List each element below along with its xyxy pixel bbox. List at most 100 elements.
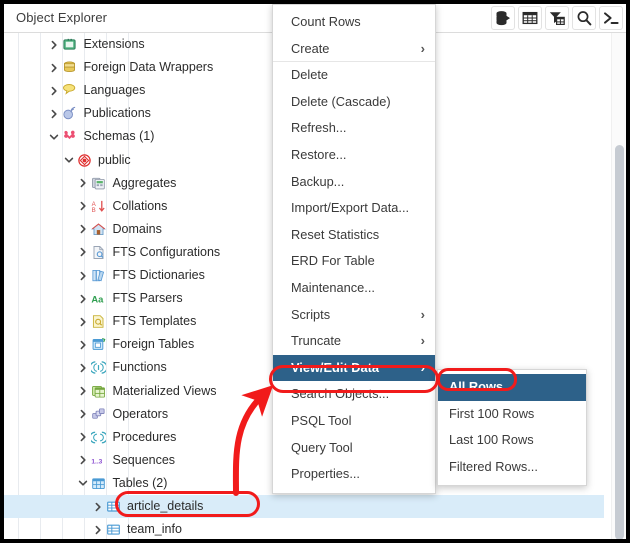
context-menu-item-label: Import/Export Data... xyxy=(291,200,409,215)
tree-node-label: Functions xyxy=(113,356,167,379)
tree-node-label: Operators xyxy=(113,403,169,426)
context-menu-item-view-edit-data[interactable]: View/Edit Data › xyxy=(273,355,435,382)
context-menu-item-label: ERD For Table xyxy=(291,253,375,268)
context-menu-item-restore[interactable]: Restore... xyxy=(273,142,435,169)
tree-node-team-info[interactable]: team_info xyxy=(4,518,604,539)
screenshot-root: Object Explorer xyxy=(0,0,630,543)
chevron-right-icon: › xyxy=(421,328,425,355)
chevron-down-icon[interactable] xyxy=(62,149,75,172)
context-menu-item-reset-statistics[interactable]: Reset Statistics xyxy=(273,222,435,249)
tree-node-label: article_details xyxy=(127,495,203,518)
chevron-right-icon[interactable] xyxy=(77,172,90,195)
context-menu-item-search-objects[interactable]: Search Objects... xyxy=(273,381,435,408)
publications-icon xyxy=(61,105,79,123)
context-menu-item-label: Search Objects... xyxy=(291,386,389,401)
tree-node-label: Collations xyxy=(113,195,168,218)
chevron-right-icon[interactable] xyxy=(48,56,61,79)
tree-node-label: Procedures xyxy=(113,426,177,449)
chevron-right-icon[interactable] xyxy=(77,241,90,264)
vertical-scrollbar-thumb[interactable] xyxy=(615,145,624,539)
chevron-right-icon[interactable] xyxy=(77,333,90,356)
tree-node-label: public xyxy=(98,149,131,172)
filter-table-icon[interactable] xyxy=(545,6,569,30)
context-menu-item-label: Delete (Cascade) xyxy=(291,94,391,109)
svg-text:Aa: Aa xyxy=(91,294,104,304)
languages-icon xyxy=(61,82,79,100)
object-explorer-panel: Object Explorer xyxy=(4,4,626,539)
chevron-right-icon[interactable] xyxy=(48,79,61,102)
chevron-right-icon[interactable] xyxy=(77,218,90,241)
context-menu-item-truncate[interactable]: Truncate› xyxy=(273,328,435,355)
chevron-right-icon[interactable] xyxy=(77,264,90,287)
tree-node-article-details[interactable]: article_details xyxy=(4,495,604,518)
context-menu-item-label: PSQL Tool xyxy=(291,413,351,428)
tree-node-label: Domains xyxy=(113,218,162,241)
tree-node-label: Languages xyxy=(84,79,146,102)
submenu-item-last-100-rows[interactable]: Last 100 Rows xyxy=(438,427,586,454)
tree-node-label: Foreign Tables xyxy=(113,333,195,356)
context-menu-item-scripts[interactable]: Scripts › xyxy=(273,302,435,329)
vertical-scrollbar[interactable] xyxy=(611,33,626,539)
submenu-item-filtered-rows[interactable]: Filtered Rows... xyxy=(438,454,586,481)
chevron-right-icon[interactable] xyxy=(77,380,90,403)
submenu-item-all-rows[interactable]: All Rows xyxy=(438,374,586,401)
chevron-right-icon[interactable] xyxy=(48,33,61,56)
chevron-right-icon[interactable] xyxy=(77,287,90,310)
tree-node-label: FTS Templates xyxy=(113,310,197,333)
chevron-right-icon[interactable] xyxy=(48,102,61,125)
tree-node-label: FTS Parsers xyxy=(113,287,183,310)
chevron-right-icon[interactable] xyxy=(77,310,90,333)
context-menu-item-label: Maintenance... xyxy=(291,280,375,295)
context-menu-item-label: View/Edit Data xyxy=(291,360,379,375)
fts-configurations-icon xyxy=(90,243,108,261)
svg-text:1..3: 1..3 xyxy=(91,458,102,465)
context-menu-item-delete-cascade[interactable]: Delete (Cascade) xyxy=(273,89,435,116)
context-menu-item-query-tool[interactable]: Query Tool xyxy=(273,435,435,462)
collations-icon: AB xyxy=(90,197,108,215)
schemas-icon xyxy=(61,128,79,146)
fts-templates-icon xyxy=(90,313,108,331)
context-menu-item-label: Scripts xyxy=(291,307,330,322)
context-menu-item-erd-for-table[interactable]: ERD For Table xyxy=(273,248,435,275)
context-menu-item-create[interactable]: Create› xyxy=(273,36,435,63)
functions-icon xyxy=(90,359,108,377)
chevron-right-icon[interactable] xyxy=(91,495,104,518)
context-menu-item-properties[interactable]: Properties... xyxy=(273,461,435,488)
context-menu-item-refresh[interactable]: Refresh... xyxy=(273,115,435,142)
chevron-right-icon: › xyxy=(421,355,425,382)
table-grid-icon[interactable] xyxy=(518,6,542,30)
context-menu-item-delete[interactable]: Delete xyxy=(273,62,435,89)
tree-node-label: Publications xyxy=(84,102,151,125)
chevron-right-icon[interactable] xyxy=(77,403,90,426)
chevron-right-icon[interactable] xyxy=(77,356,90,379)
context-menu-item-import-export-data[interactable]: Import/Export Data... xyxy=(273,195,435,222)
context-menu-item-backup[interactable]: Backup... xyxy=(273,169,435,196)
svg-text:B: B xyxy=(92,206,96,213)
header-toolbar xyxy=(491,6,623,30)
context-menu-item-label: Query Tool xyxy=(291,440,353,455)
chevron-right-icon[interactable] xyxy=(77,426,90,449)
chevron-right-icon[interactable] xyxy=(77,449,90,472)
tree-node-label: FTS Dictionaries xyxy=(113,264,205,287)
fts-parsers-icon: Aa xyxy=(90,290,108,308)
chevron-right-icon[interactable] xyxy=(91,518,104,539)
chevron-down-icon[interactable] xyxy=(77,472,90,495)
sequences-icon: 1..3 xyxy=(90,451,108,469)
foreign-tables-icon xyxy=(90,336,108,354)
search-icon[interactable] xyxy=(572,6,596,30)
context-menu-item-maintenance[interactable]: Maintenance... xyxy=(273,275,435,302)
chevron-down-icon[interactable] xyxy=(48,125,61,148)
context-menu-item-psql-tool[interactable]: PSQL Tool xyxy=(273,408,435,435)
terminal-icon[interactable] xyxy=(599,6,623,30)
view-edit-data-submenu[interactable]: All RowsFirst 100 RowsLast 100 RowsFilte… xyxy=(437,369,587,486)
operators-icon xyxy=(90,405,108,423)
context-menu[interactable]: Count RowsCreate›Delete Delete (Cascade) R… xyxy=(272,4,436,494)
submenu-item-first-100-rows[interactable]: First 100 Rows xyxy=(438,401,586,428)
tree-node-label: Tables (2) xyxy=(113,472,168,495)
chevron-right-icon: › xyxy=(421,302,425,329)
context-menu-item-count-rows[interactable]: Count Rows xyxy=(273,9,435,36)
chevron-right-icon[interactable] xyxy=(77,195,90,218)
tree-node-label: Extensions xyxy=(84,33,145,56)
object-explorer-icon[interactable] xyxy=(491,6,515,30)
fdw-icon xyxy=(61,59,79,77)
